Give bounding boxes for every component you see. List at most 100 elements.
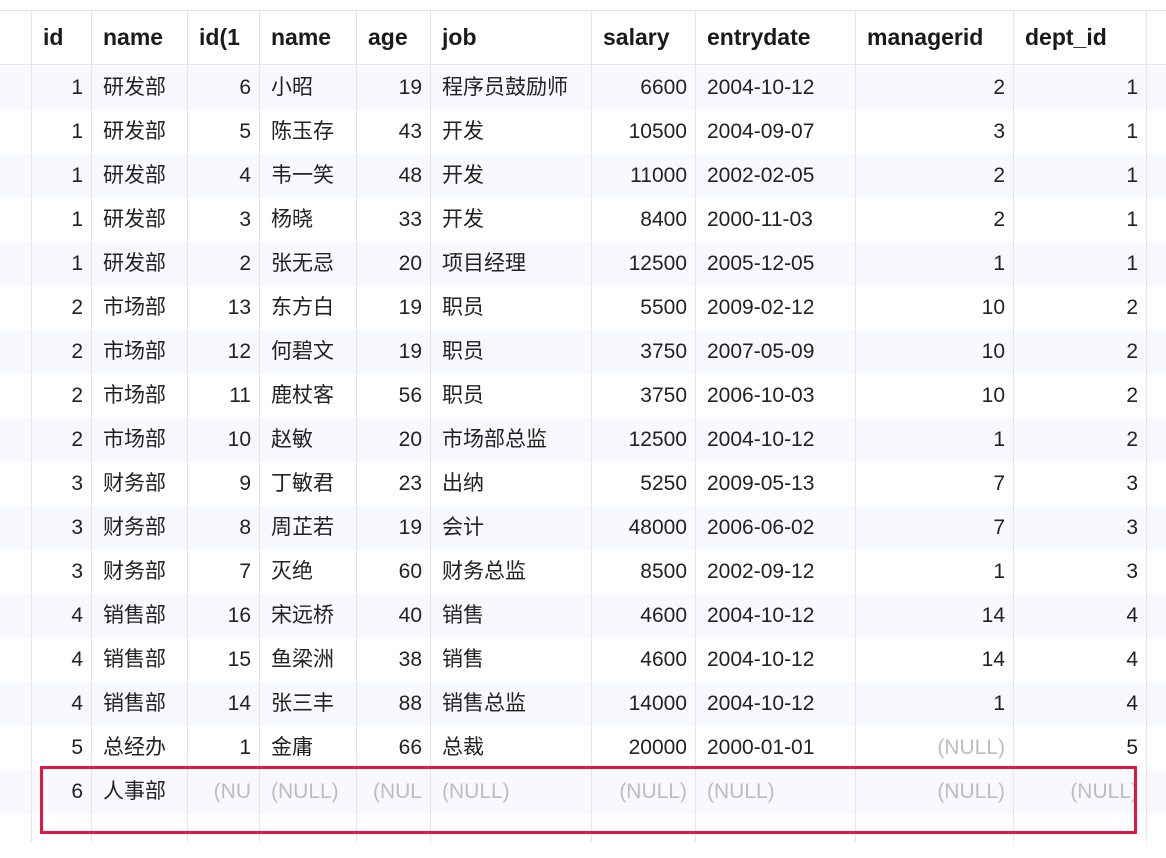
cell-age[interactable]: 56 [356, 374, 430, 418]
cell-salary[interactable]: 10500 [591, 110, 695, 154]
cell-managerid[interactable]: 2 [855, 198, 1013, 242]
cell-name[interactable]: 销售部 [91, 638, 187, 682]
cell-salary[interactable]: 14000 [591, 682, 695, 726]
cell-managerid[interactable]: 1 [855, 242, 1013, 286]
cell-job[interactable]: 开发 [430, 154, 591, 198]
table-row[interactable]: 2 市场部 11 鹿杖客 56 职员 3750 2006-10-03 10 2 [0, 374, 1166, 418]
cell-managerid[interactable]: (NULL) [855, 770, 1013, 814]
cell-name1[interactable]: 赵敏 [259, 418, 356, 462]
cell-salary[interactable]: 6600 [591, 66, 695, 110]
cell-job[interactable]: 项目经理 [430, 242, 591, 286]
cell-name[interactable]: 销售部 [91, 594, 187, 638]
cell-entrydate[interactable]: 2007-05-09 [695, 330, 855, 374]
cell-managerid[interactable]: 7 [855, 506, 1013, 550]
cell-job[interactable]: 总裁 [430, 726, 591, 770]
cell-id[interactable]: 1 [31, 198, 91, 242]
cell-id[interactable]: 1 [31, 242, 91, 286]
cell-managerid[interactable]: 10 [855, 286, 1013, 330]
cell-salary[interactable]: 48000 [591, 506, 695, 550]
cell-job[interactable]: 销售总监 [430, 682, 591, 726]
cell-id[interactable]: 4 [31, 638, 91, 682]
cell-age[interactable]: 40 [356, 594, 430, 638]
column-header-managerid[interactable]: managerid [855, 11, 1013, 64]
cell-id1[interactable]: 13 [187, 286, 259, 330]
column-header-salary[interactable]: salary [591, 11, 695, 64]
cell-managerid[interactable]: 1 [855, 550, 1013, 594]
cell-name1[interactable]: 灭绝 [259, 550, 356, 594]
cell-entrydate[interactable]: 2009-02-12 [695, 286, 855, 330]
cell-age[interactable]: 19 [356, 330, 430, 374]
cell-dept-id[interactable]: 1 [1013, 110, 1146, 154]
cell-name1[interactable]: 金庸 [259, 726, 356, 770]
cell-salary[interactable]: 4600 [591, 638, 695, 682]
cell-age[interactable]: 33 [356, 198, 430, 242]
cell-entrydate[interactable]: 2000-11-03 [695, 198, 855, 242]
cell-id1[interactable]: 10 [187, 418, 259, 462]
table-row[interactable]: 4 销售部 14 张三丰 88 销售总监 14000 2004-10-12 1 4 [0, 682, 1166, 726]
cell-dept-id[interactable]: 1 [1013, 154, 1146, 198]
cell-id[interactable]: 3 [31, 550, 91, 594]
cell-dept-id[interactable]: 4 [1013, 594, 1146, 638]
table-row[interactable]: 3 财务部 8 周芷若 19 会计 48000 2006-06-02 7 3 [0, 506, 1166, 550]
column-divider[interactable] [1013, 11, 1014, 842]
cell-id[interactable]: 2 [31, 330, 91, 374]
cell-name1[interactable]: 杨晓 [259, 198, 356, 242]
column-divider[interactable] [695, 11, 696, 842]
cell-age[interactable]: 23 [356, 462, 430, 506]
cell-age[interactable]: 20 [356, 242, 430, 286]
table-row[interactable]: 3 财务部 7 灭绝 60 财务总监 8500 2002-09-12 1 3 [0, 550, 1166, 594]
cell-job[interactable]: 开发 [430, 110, 591, 154]
cell-job[interactable]: 开发 [430, 198, 591, 242]
cell-dept-id[interactable]: 5 [1013, 726, 1146, 770]
cell-id1[interactable]: 1 [187, 726, 259, 770]
cell-id[interactable]: 1 [31, 66, 91, 110]
cell-id1[interactable]: 15 [187, 638, 259, 682]
cell-entrydate[interactable]: 2004-10-12 [695, 418, 855, 462]
cell-managerid[interactable]: 2 [855, 66, 1013, 110]
table-row[interactable]: 3 财务部 9 丁敏君 23 出纳 5250 2009-05-13 7 3 [0, 462, 1166, 506]
cell-name1[interactable]: 周芷若 [259, 506, 356, 550]
column-header-dept-id[interactable]: dept_id [1013, 11, 1146, 64]
table-row[interactable]: 2 市场部 10 赵敏 20 市场部总监 12500 2004-10-12 1 2 [0, 418, 1166, 462]
cell-age[interactable]: 88 [356, 682, 430, 726]
cell-age[interactable]: 38 [356, 638, 430, 682]
table-row[interactable]: 6 人事部 (NU (NULL) (NUL (NULL) (NULL) (NULL) (NULL… [0, 770, 1166, 814]
cell-managerid[interactable]: 7 [855, 462, 1013, 506]
cell-job[interactable]: 财务总监 [430, 550, 591, 594]
cell-id[interactable]: 3 [31, 462, 91, 506]
cell-job[interactable]: 会计 [430, 506, 591, 550]
table-row[interactable]: 1 研发部 5 陈玉存 43 开发 10500 2004-09-07 3 1 [0, 110, 1166, 154]
cell-salary[interactable]: 3750 [591, 330, 695, 374]
cell-dept-id[interactable]: 1 [1013, 242, 1146, 286]
cell-name1[interactable]: 东方白 [259, 286, 356, 330]
cell-name[interactable]: 研发部 [91, 66, 187, 110]
cell-salary[interactable]: 5250 [591, 462, 695, 506]
cell-name1[interactable]: 鱼梁洲 [259, 638, 356, 682]
cell-id1[interactable]: 8 [187, 506, 259, 550]
cell-age[interactable]: 19 [356, 286, 430, 330]
column-divider[interactable] [187, 11, 188, 842]
cell-job[interactable]: 程序员鼓励师 [430, 66, 591, 110]
cell-name[interactable]: 研发部 [91, 198, 187, 242]
cell-name[interactable]: 总经办 [91, 726, 187, 770]
column-header-job[interactable]: job [430, 11, 591, 64]
cell-age[interactable]: 19 [356, 506, 430, 550]
cell-salary[interactable]: 5500 [591, 286, 695, 330]
column-header-entrydate[interactable]: entrydate [695, 11, 855, 64]
cell-name1[interactable]: 陈玉存 [259, 110, 356, 154]
cell-name1[interactable]: 何碧文 [259, 330, 356, 374]
cell-dept-id[interactable]: 1 [1013, 198, 1146, 242]
table-row[interactable]: 1 研发部 4 韦一笑 48 开发 11000 2002-02-05 2 1 [0, 154, 1166, 198]
cell-job[interactable]: 销售 [430, 638, 591, 682]
cell-name[interactable]: 人事部 [91, 770, 187, 814]
cell-name1[interactable]: 鹿杖客 [259, 374, 356, 418]
empty-row[interactable] [0, 814, 1166, 858]
cell-id1[interactable]: 5 [187, 110, 259, 154]
cell-dept-id[interactable]: 1 [1013, 66, 1146, 110]
cell-entrydate[interactable]: 2004-10-12 [695, 682, 855, 726]
cell-id1[interactable]: 16 [187, 594, 259, 638]
table-row[interactable]: 1 研发部 2 张无忌 20 项目经理 12500 2005-12-05 1 1 [0, 242, 1166, 286]
column-divider[interactable] [1146, 11, 1147, 842]
cell-job[interactable]: 市场部总监 [430, 418, 591, 462]
cell-salary[interactable]: 20000 [591, 726, 695, 770]
